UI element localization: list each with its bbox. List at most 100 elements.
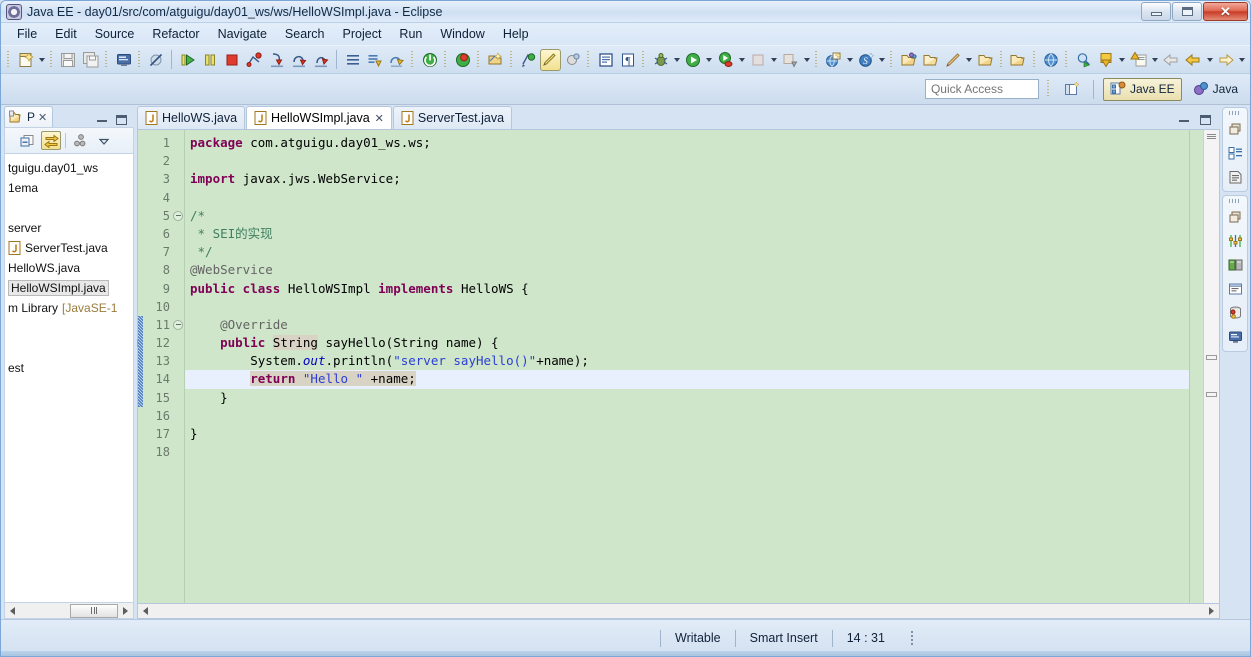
edit-highlight-icon[interactable]: [540, 48, 561, 71]
disconnect-icon[interactable]: [244, 49, 264, 71]
task-list-icon[interactable]: [1225, 167, 1245, 187]
menu-navigate[interactable]: Navigate: [210, 24, 275, 44]
open-folder-icon[interactable]: [921, 49, 941, 71]
toolbar-grip[interactable]: [443, 50, 450, 69]
toolbar-grip[interactable]: [136, 50, 144, 69]
maximize-editor-button[interactable]: [1200, 115, 1211, 125]
chevron-down-icon[interactable]: [877, 49, 887, 71]
overview-ruler[interactable]: [1203, 130, 1219, 603]
minimize-button[interactable]: [1141, 2, 1171, 21]
chevron-down-icon[interactable]: [964, 49, 974, 71]
validate-icon[interactable]: [387, 49, 407, 71]
servers-view-icon[interactable]: [1225, 255, 1245, 275]
restore-view-icon[interactable]: [1225, 207, 1245, 227]
hscroll-track[interactable]: [153, 604, 1204, 618]
code-line[interactable]: [185, 189, 1189, 207]
scroll-right-arrow[interactable]: [118, 604, 133, 618]
console-icon[interactable]: [113, 49, 133, 71]
resume-icon[interactable]: [177, 49, 197, 71]
debug-bug-icon[interactable]: [651, 49, 671, 71]
forward-back-icon[interactable]: [1183, 49, 1203, 71]
toolbar-grip[interactable]: [1045, 80, 1053, 98]
code-line[interactable]: package com.atguigu.day01_ws.ws;: [185, 134, 1189, 152]
view-menu-hierarchy-icon[interactable]: [70, 131, 90, 150]
close-button[interactable]: ✕: [1203, 2, 1248, 21]
hscroll-track[interactable]: [20, 603, 118, 618]
open-package-icon[interactable]: [976, 49, 996, 71]
code-line[interactable]: [185, 443, 1189, 461]
toolbar-grip[interactable]: [6, 50, 13, 69]
snippets-view-icon[interactable]: [1225, 279, 1245, 299]
chevron-down-icon[interactable]: [769, 49, 779, 71]
terminate-icon[interactable]: [222, 49, 242, 71]
properties-view-icon[interactable]: [1225, 231, 1245, 251]
tree-item[interactable]: 1ema: [5, 178, 133, 198]
code-line[interactable]: import javax.jws.WebService;: [185, 170, 1189, 188]
chevron-down-icon[interactable]: [1205, 49, 1215, 71]
toolbar-grip[interactable]: [1031, 50, 1038, 69]
toolbar-grip[interactable]: [813, 50, 821, 69]
restore-view-icon[interactable]: [1225, 119, 1245, 139]
scroll-left-arrow[interactable]: [138, 604, 153, 618]
view-grip[interactable]: [1229, 199, 1241, 203]
menu-source[interactable]: Source: [87, 24, 143, 44]
menu-project[interactable]: Project: [335, 24, 390, 44]
scroll-left-arrow[interactable]: [5, 604, 20, 618]
tree-item[interactable]: ServerTest.java: [5, 238, 133, 258]
toolbar-grip[interactable]: [103, 50, 111, 69]
menu-run[interactable]: Run: [391, 24, 430, 44]
run-icon[interactable]: [683, 49, 703, 71]
open-type-icon[interactable]: [898, 49, 918, 71]
new-web-project-icon[interactable]: [823, 49, 843, 71]
stop-build-icon[interactable]: [748, 49, 768, 71]
project-tree[interactable]: tguigu.day01_ws 1ema server ServerTest.java…: [4, 153, 134, 603]
menu-edit[interactable]: Edit: [47, 24, 85, 44]
toggle-mark-occurrences-icon[interactable]: [563, 49, 583, 71]
code-line[interactable]: */: [185, 243, 1189, 261]
code-line[interactable]: [185, 298, 1189, 316]
open-perspective-icon[interactable]: [1061, 78, 1083, 100]
source-editor[interactable]: 1 2 3 4 5 6 7 8 9 10 11 12 13 14 15 16 17 18 package com.…: [137, 129, 1220, 604]
server-start-icon[interactable]: [420, 49, 440, 71]
tree-item[interactable]: tguigu.day01_ws: [5, 158, 133, 178]
hscroll-thumb[interactable]: [70, 603, 118, 618]
code-line[interactable]: /*: [185, 207, 1189, 225]
whitespace-icon[interactable]: ¶: [618, 49, 638, 71]
external-tools-icon[interactable]: [780, 49, 800, 71]
forward-arrow-icon[interactable]: [1216, 49, 1236, 71]
save-icon[interactable]: [58, 49, 78, 71]
back-arrow-icon[interactable]: [1161, 49, 1181, 71]
toolbar-grip[interactable]: [508, 50, 515, 69]
link-with-editor-icon[interactable]: [41, 131, 61, 150]
step-return-icon[interactable]: [311, 49, 331, 71]
previous-annotation-icon[interactable]: [1128, 49, 1148, 71]
toolbar-grip[interactable]: [48, 50, 56, 69]
toolbar-grip[interactable]: [1064, 50, 1071, 69]
close-icon[interactable]: ✕: [375, 112, 384, 125]
menu-file[interactable]: File: [9, 24, 45, 44]
search-globe-icon[interactable]: [1041, 49, 1061, 71]
outline-view-icon[interactable]: [1225, 143, 1245, 163]
fold-toggle-icon[interactable]: [173, 319, 183, 330]
chevron-down-icon[interactable]: [737, 49, 747, 71]
code-line[interactable]: public class HelloWSImpl implements Hell…: [185, 280, 1189, 298]
menu-refactor[interactable]: Refactor: [144, 24, 207, 44]
toolbar-grip[interactable]: [410, 50, 417, 69]
block-selection-icon[interactable]: [595, 49, 615, 71]
menu-search[interactable]: Search: [277, 24, 333, 44]
chevron-down-icon[interactable]: [844, 49, 854, 71]
tree-item[interactable]: server: [5, 218, 133, 238]
code-line[interactable]: }: [185, 425, 1189, 443]
pencil-icon[interactable]: [943, 49, 963, 71]
view-menu-icon[interactable]: [94, 131, 114, 150]
code-line[interactable]: @Override: [185, 316, 1189, 334]
folding-ruler[interactable]: [173, 130, 185, 603]
save-all-icon[interactable]: [81, 49, 101, 71]
suspend-icon[interactable]: [200, 49, 220, 71]
explorer-hscrollbar[interactable]: [4, 603, 134, 619]
editor-hscrollbar[interactable]: [137, 604, 1220, 619]
skip-breakpoints-icon[interactable]: [146, 49, 166, 71]
menu-window[interactable]: Window: [432, 24, 492, 44]
fold-toggle-icon[interactable]: [173, 210, 183, 221]
next-annotation-icon[interactable]: [1096, 49, 1116, 71]
